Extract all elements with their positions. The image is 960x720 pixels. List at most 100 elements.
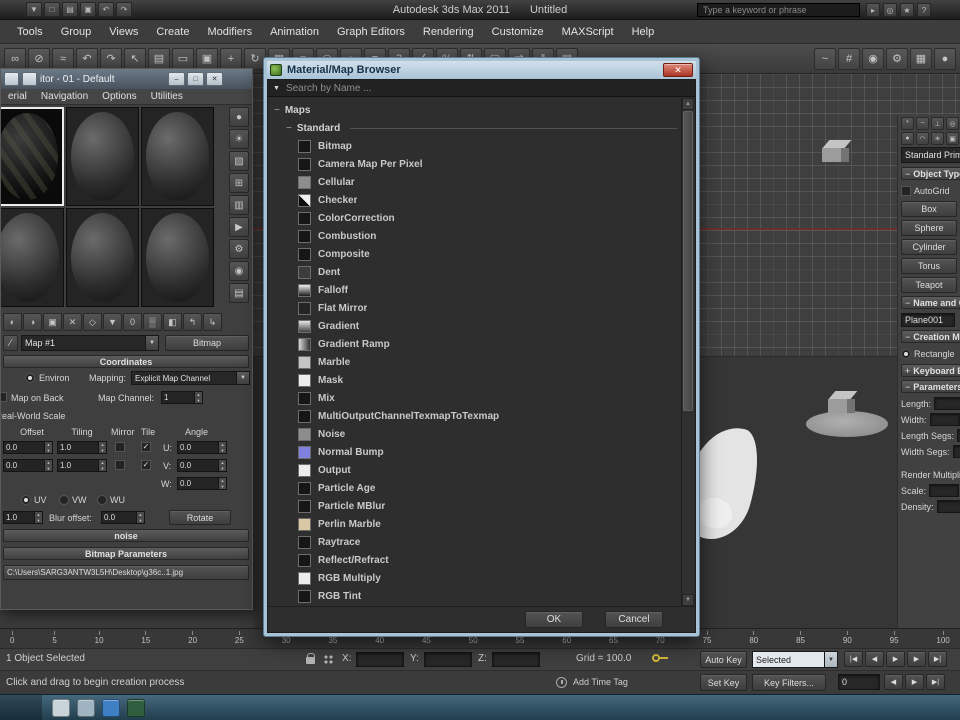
menu-item[interactable]: Options [95,91,143,102]
start-menu-icon[interactable] [127,699,145,717]
map-list-item[interactable]: Particle Age [298,479,677,497]
backlight-icon[interactable]: ☀ [229,129,249,149]
select-by-name-icon[interactable]: ▤ [148,48,170,70]
render-setup-icon[interactable]: ⚙ [886,48,908,70]
end-frame-button[interactable]: ▶| [926,674,945,690]
sample-slot[interactable] [0,208,64,307]
menu-item[interactable]: MAXScript [553,22,623,42]
bitmap-path-button[interactable]: C:\Users\SARG3ANTW3L5H\Desktop\g36c..1.j… [3,565,249,580]
object-name-field[interactable]: Plane001 [901,313,955,327]
next-frame-button[interactable]: ▶ [907,651,926,667]
sample-slot[interactable] [66,208,139,307]
selection-lock-icon[interactable] [306,657,315,664]
favorites-star-icon[interactable]: ★ [900,3,914,17]
map-list-item[interactable]: Marble [298,353,677,371]
maps-group-header[interactable]: − Maps [274,101,677,119]
standard-group-header[interactable]: − Standard [286,119,677,137]
map-list-item[interactable]: RGB Tint [298,587,677,605]
previous-frame-button[interactable]: ◀ [865,651,884,667]
sample-slot-selected[interactable] [0,107,64,206]
redo-icon[interactable]: ↷ [100,48,122,70]
material-editor-titlebar[interactable]: itor - 01 - Default –□✕ [1,69,252,89]
spinner-arrows-icon[interactable]: ▲▼ [194,392,202,403]
unlink-icon[interactable]: ⊘ [28,48,50,70]
object-type-button[interactable]: Cylinder [901,239,957,255]
menu-item[interactable]: Modifiers [198,22,261,42]
map-list-item[interactable]: Mask [298,371,677,389]
show-end-result-icon[interactable]: ◧ [163,313,182,331]
reset-map-icon[interactable]: ✕ [63,313,82,331]
menu-item[interactable]: Utilities [144,91,190,102]
assign-material-icon[interactable]: ▣ [43,313,62,331]
v-tile-checkbox[interactable] [141,460,151,470]
curve-editor-icon[interactable]: ~ [814,48,836,70]
map-list-item[interactable]: Gradient Ramp [298,335,677,353]
map-list-item[interactable]: Perlin Marble [298,515,677,533]
name-color-rollout[interactable]: −Name and Color [901,296,960,309]
v-mirror-checkbox[interactable] [115,460,125,470]
wu-radio[interactable] [97,495,107,505]
map-list-item[interactable]: Mix [298,389,677,407]
rendered-frame-icon[interactable]: ▦ [910,48,932,70]
redo-small-icon[interactable]: ↷ [116,2,132,17]
rotate-button[interactable]: Rotate [169,510,231,525]
map-list-item[interactable]: Checker [298,191,677,209]
bind-spacewarp-icon[interactable]: ≈ [52,48,74,70]
autogrid-checkbox[interactable] [901,186,911,196]
category-dropdown[interactable]: Standard Primitives ▼ [901,147,960,163]
length-field[interactable] [934,397,960,410]
object-type-rollout[interactable]: −Object Type [901,167,960,180]
open-file-icon[interactable]: ▤ [62,2,78,17]
plane-object[interactable] [806,411,888,437]
make-preview-icon[interactable]: ▶ [229,217,249,237]
density-field[interactable] [937,500,960,513]
pick-material-icon[interactable]: ∕ [3,335,18,351]
map-list-item[interactable]: MultiOutputChannelTexmapToTexmap [298,407,677,425]
dialog-close-button[interactable]: ✕ [663,63,693,77]
add-time-tag[interactable]: Add Time Tag [573,677,628,687]
u-offset-field[interactable]: 0.0 [4,442,44,453]
u-tile-checkbox[interactable] [141,442,151,452]
collapse-icon[interactable]: − [274,105,280,116]
go-to-end-button[interactable]: ▶| [928,651,947,667]
creation-method-rollout[interactable]: −Creation Method [901,330,960,343]
environ-radio[interactable] [25,373,35,383]
background-icon[interactable]: ▨ [229,151,249,171]
map-channel-field[interactable]: 1 [162,392,194,403]
sample-type-icon[interactable]: ● [229,107,249,127]
menu-item[interactable]: Help [623,22,664,42]
menu-item[interactable]: Views [100,22,147,42]
next-key-button[interactable]: ▶ [905,674,924,690]
object-type-button[interactable]: Torus [901,258,957,274]
scrollbar-thumb[interactable] [683,111,693,411]
create-tab-icon[interactable]: * [901,117,914,130]
x-coordinate-field[interactable] [356,652,404,667]
play-animation-button[interactable]: ▶ [886,651,905,667]
window-menu-icon[interactable] [4,72,19,86]
put-to-scene-icon[interactable]: ◑ [23,313,42,331]
motion-tab-icon[interactable]: ◎ [946,117,959,130]
menu-item[interactable]: Navigation [34,91,95,102]
geometry-icon[interactable]: ● [901,132,914,145]
modify-tab-icon[interactable]: ~ [916,117,929,130]
map-list-item[interactable]: Dent [298,263,677,281]
previous-key-button[interactable]: ◀ [884,674,903,690]
key-mode-dropdown[interactable]: Selected ▼ [752,651,838,668]
scroll-down-icon[interactable]: ▼ [682,594,694,606]
key-icon[interactable] [652,654,660,662]
parameters-rollout[interactable]: −Parameters [901,380,960,393]
map-list-item[interactable]: Reflect/Refract [298,551,677,569]
maximize-button[interactable]: □ [187,72,204,86]
v-tiling-field[interactable]: 1.0 [58,460,98,471]
menu-item[interactable]: Create [147,22,198,42]
map-list-item[interactable]: RGB Multiply [298,569,677,587]
options-icon[interactable]: ⚙ [229,239,249,259]
go-forward-icon[interactable]: ↳ [203,313,222,331]
sample-slot[interactable] [141,208,214,307]
menu-item[interactable]: Customize [483,22,553,42]
width-field[interactable] [930,413,960,426]
w-angle-field[interactable]: 0.0 [178,478,218,489]
mapping-dropdown[interactable]: Explicit Map Channel ▼ [131,371,250,385]
absolute-mode-icon[interactable] [323,654,334,665]
help-icon[interactable]: ? [917,3,931,17]
